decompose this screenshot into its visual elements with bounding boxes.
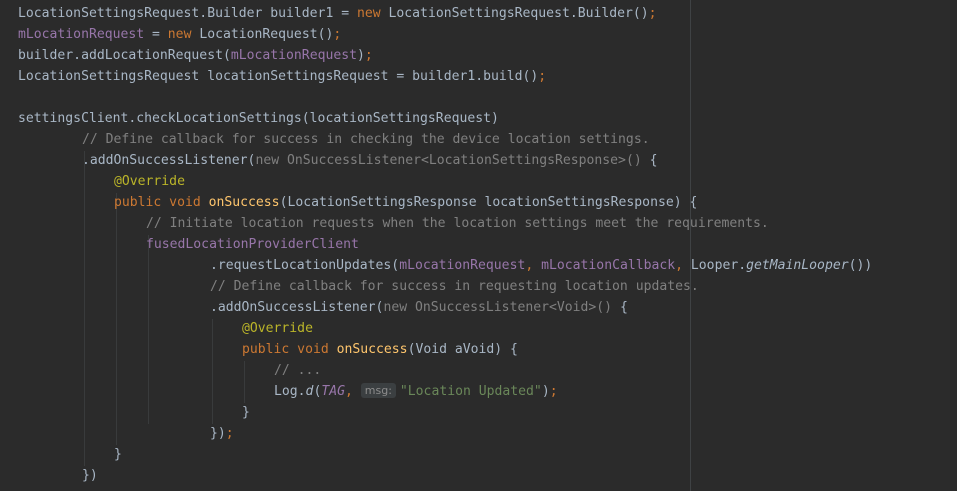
code-line[interactable]: .addOnSuccessListener(new OnSuccessListe…: [210, 297, 628, 318]
code-text: (LocationSettingsResponse locationSettin…: [279, 195, 698, 210]
code-text: Log.: [274, 384, 306, 399]
code-text: settingsClient.checkLocationSettings(loc…: [18, 111, 499, 126]
code-line[interactable]: settingsClient.checkLocationSettings(loc…: [18, 108, 499, 129]
code-line[interactable]: // Initiate location requests when the l…: [146, 213, 769, 234]
comma: ,: [675, 258, 684, 273]
parameter-hint: msg:: [360, 383, 396, 398]
code-text: .addOnSuccessListener(: [210, 300, 384, 315]
code-line[interactable]: });: [210, 423, 234, 444]
code-text: }): [82, 468, 98, 483]
annotation: @Override: [114, 174, 185, 189]
right-margin-guide: [690, 0, 691, 491]
indent-guide: [244, 361, 245, 403]
semicolon: ;: [549, 384, 558, 399]
code-line[interactable]: .requestLocationUpdates(mLocationRequest…: [210, 255, 872, 276]
semicolon: ;: [225, 426, 234, 441]
semicolon: ;: [538, 69, 547, 84]
code-line[interactable]: @Override: [114, 171, 185, 192]
indent-guide: [148, 256, 149, 424]
code-line[interactable]: }: [242, 402, 250, 423]
code-text: .addOnSuccessListener(: [82, 153, 256, 168]
keyword: new: [356, 6, 381, 21]
field: mLocationCallback: [541, 258, 676, 273]
code-text: {: [612, 300, 628, 315]
field: mLocationRequest: [18, 27, 145, 42]
folded-anonymous-class[interactable]: new OnSuccessListener<Void>(): [383, 300, 612, 315]
code-line[interactable]: mLocationRequest = new LocationRequest()…: [18, 24, 341, 45]
code-line[interactable]: // Define callback for success in checki…: [82, 129, 650, 150]
indent-guide: [116, 193, 117, 445]
method-name: onSuccess: [336, 342, 408, 357]
method-name: onSuccess: [208, 195, 280, 210]
string-literal: "Location Updated": [399, 384, 542, 399]
code-text: .requestLocationUpdates(: [210, 258, 400, 273]
field: fusedLocationProviderClient: [146, 237, 359, 252]
indent-guide: [84, 151, 85, 466]
code-text: =: [144, 27, 168, 42]
code-editor[interactable]: LocationSettingsRequest.Builder builder1…: [0, 0, 957, 491]
folded-anonymous-class[interactable]: new OnSuccessListener<LocationSettingsRe…: [255, 153, 641, 168]
code-line[interactable]: .addOnSuccessListener(new OnSuccessListe…: [82, 150, 658, 171]
code-text: ): [357, 48, 365, 63]
semicolon: ;: [648, 6, 657, 21]
comment: // Define callback for success in reques…: [210, 279, 699, 294]
code-text: (Void aVoid) {: [407, 342, 518, 357]
semicolon: ;: [364, 48, 373, 63]
indent-guide: [212, 319, 213, 424]
code-text: LocationSettingsRequest locationSettings…: [18, 69, 539, 84]
code-text: LocationSettingsRequest.Builder(): [380, 6, 649, 21]
code-text: Looper.: [683, 258, 747, 273]
code-text: builder.addLocationRequest(: [18, 48, 231, 63]
code-line[interactable]: LocationSettingsRequest locationSettings…: [18, 66, 546, 87]
semicolon: ;: [333, 27, 342, 42]
code-line[interactable]: public void onSuccess(Void aVoid) {: [242, 339, 518, 360]
comment: // ...: [274, 363, 322, 378]
code-line[interactable]: // ...: [274, 360, 321, 381]
annotation: @Override: [242, 321, 313, 336]
code-line[interactable]: LocationSettingsRequest.Builder builder1…: [18, 3, 657, 24]
code-text: ): [541, 384, 550, 399]
code-line[interactable]: @Override: [242, 318, 313, 339]
code-line[interactable]: }: [114, 444, 122, 465]
static-method: getMainLooper: [746, 258, 849, 273]
code-line[interactable]: public void onSuccess(LocationSettingsRe…: [114, 192, 697, 213]
field: mLocationRequest: [230, 48, 357, 63]
keyword: public void: [242, 342, 329, 357]
code-line[interactable]: builder.addLocationRequest(mLocationRequ…: [18, 45, 373, 66]
code-line[interactable]: fusedLocationProviderClient: [146, 234, 359, 255]
code-text: LocationSettingsRequest.Builder builder1…: [18, 6, 357, 21]
static-field: TAG: [321, 384, 345, 399]
keyword: public void: [114, 195, 201, 210]
code-text: ()): [848, 258, 873, 273]
comment: // Initiate location requests when the l…: [146, 216, 769, 231]
code-text: }: [114, 447, 122, 462]
field: mLocationRequest: [399, 258, 526, 273]
comma: ,: [344, 384, 361, 399]
code-text: LocationRequest(): [191, 27, 334, 42]
code-line[interactable]: }): [82, 465, 98, 486]
code-line[interactable]: Log.d(TAG, msg: "Location Updated");: [274, 381, 558, 402]
code-text: }: [242, 405, 250, 420]
code-text: }): [210, 426, 226, 441]
code-line[interactable]: // Define callback for success in reques…: [210, 276, 699, 297]
keyword: new: [167, 27, 192, 42]
code-text: {: [641, 153, 658, 168]
comment: // Define callback for success in checki…: [82, 132, 650, 147]
